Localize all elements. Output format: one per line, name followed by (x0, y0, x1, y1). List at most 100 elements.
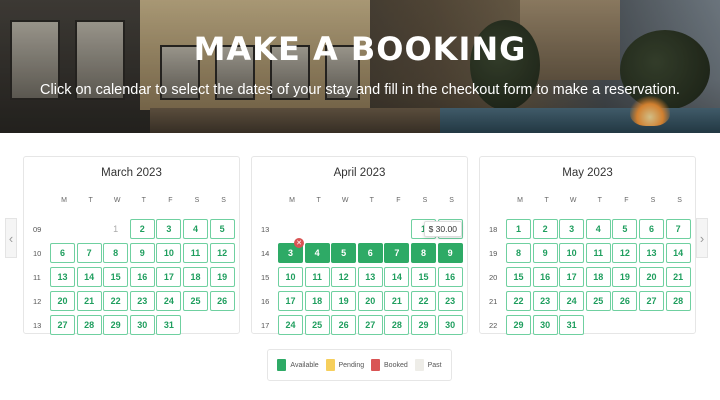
day-cell[interactable]: 17 (559, 267, 585, 287)
day-cell[interactable]: 21 (76, 291, 102, 311)
day-cell[interactable]: 13 (50, 267, 75, 287)
day-cell[interactable]: 28 (665, 291, 691, 311)
day-cell[interactable]: 27 (639, 291, 664, 311)
day-cell[interactable]: 16 (129, 267, 155, 287)
day-cell[interactable]: 23 (437, 291, 463, 311)
day-cell[interactable]: 11 (304, 267, 330, 287)
day-cell[interactable]: 16 (532, 267, 558, 287)
day-cell[interactable]: 2 (129, 219, 155, 239)
day-cell[interactable]: 15 (103, 267, 129, 287)
booked-marker-icon: ✕ (294, 238, 304, 248)
day-cell[interactable]: 28 (76, 315, 102, 335)
day-cell[interactable]: 12 (612, 243, 638, 263)
next-month-button[interactable]: › (696, 218, 708, 258)
day-cell[interactable]: 17 (156, 267, 182, 287)
day-cell[interactable]: 12 (331, 267, 357, 287)
day-cell[interactable]: 31 (559, 315, 585, 335)
day-cell[interactable]: 15 (506, 267, 531, 287)
day-cell[interactable]: 18 (585, 267, 611, 287)
day-cell[interactable]: 6 (50, 243, 75, 263)
day-cell[interactable]: 29 (506, 315, 531, 335)
day-cell[interactable]: 26 (331, 315, 357, 335)
day-cell[interactable]: 26 (612, 291, 638, 311)
day-cell[interactable]: 3 (559, 219, 585, 239)
day-cell[interactable]: 9 (129, 243, 155, 263)
calendar-march: March 2023 MTWTFSS 09 1 2 3 4 5 10 6 7 8 9 10 11 12 11… (23, 156, 240, 335)
day-cell[interactable]: 25 (585, 291, 611, 311)
day-cell[interactable]: 4 (585, 219, 611, 239)
day-cell[interactable]: 28 (384, 315, 410, 335)
day-cell[interactable]: 30 (437, 315, 463, 335)
day-cell[interactable]: 11 (183, 243, 208, 263)
day-cell[interactable]: 16 (437, 267, 463, 287)
day-cell[interactable]: 11 (585, 243, 611, 263)
day-cell[interactable]: 17 (278, 291, 303, 311)
day-cell[interactable]: 13 (357, 267, 383, 287)
day-cell[interactable]: 7 (76, 243, 102, 263)
day-cell[interactable]: 18 (304, 291, 330, 311)
weekday-label: T (316, 197, 321, 204)
day-cell[interactable]: 30 (129, 315, 155, 335)
day-cell[interactable]: 19 (612, 267, 638, 287)
month-title: May 2023 (562, 167, 613, 179)
day-cell[interactable]: 5 (331, 243, 357, 263)
day-cell[interactable]: 7 (384, 243, 410, 263)
day-cell[interactable]: 27 (50, 315, 75, 335)
day-cell[interactable]: 18 (183, 267, 208, 287)
day-cell[interactable]: 19 (331, 291, 357, 311)
day-cell[interactable]: 3 (156, 219, 182, 239)
day-cell[interactable]: 8 (506, 243, 531, 263)
day-cell[interactable]: 24 (156, 291, 182, 311)
day-cell[interactable]: 12 (209, 243, 235, 263)
day-cell[interactable]: 25 (304, 315, 330, 335)
day-cell[interactable]: 25 (183, 291, 208, 311)
day-cell[interactable]: 10 (156, 243, 182, 263)
legend-label: Pending (338, 361, 365, 369)
day-cell[interactable]: 13 (639, 243, 664, 263)
day-cell[interactable]: 22 (506, 291, 531, 311)
day-cell[interactable]: 8 (411, 243, 436, 263)
pending-swatch (325, 359, 335, 371)
day-cell[interactable]: 14 (384, 267, 410, 287)
day-cell[interactable]: 9 (532, 243, 558, 263)
day-cell[interactable]: 30 (532, 315, 558, 335)
day-cell[interactable]: 1 (506, 219, 531, 239)
day-cell[interactable]: 15 (411, 267, 436, 287)
day-cell[interactable]: 6 (357, 243, 383, 263)
day-cell[interactable]: 22 (411, 291, 436, 311)
day-cell[interactable]: 5 (612, 219, 638, 239)
day-cell[interactable]: 14 (76, 267, 102, 287)
day-cell[interactable]: 4 (304, 243, 330, 263)
day-cell[interactable]: 9 (437, 243, 463, 263)
day-cell[interactable]: 21 (384, 291, 410, 311)
day-cell[interactable]: 19 (209, 267, 235, 287)
day-cell[interactable]: 23 (129, 291, 155, 311)
day-cell[interactable]: 4 (183, 219, 208, 239)
day-cell[interactable]: 27 (357, 315, 383, 335)
day-cell[interactable]: 24 (278, 315, 303, 335)
day-cell[interactable]: 22 (103, 291, 129, 311)
day-cell[interactable]: 2 (532, 219, 558, 239)
day-cell[interactable]: 21 (665, 267, 691, 287)
day-cell[interactable]: 29 (411, 315, 436, 335)
weekday-label: S (194, 197, 200, 204)
day-cell[interactable]: 20 (50, 291, 75, 311)
day-cell[interactable]: 23 (532, 291, 558, 311)
prev-month-button[interactable]: ‹ (5, 218, 17, 258)
day-cell[interactable]: 14 (665, 243, 691, 263)
day-cell[interactable]: 20 (639, 267, 664, 287)
day-cell[interactable]: 7 (665, 219, 691, 239)
weekday-label: T (597, 197, 602, 204)
day-cell[interactable]: 20 (357, 291, 383, 311)
day-cell[interactable]: 5 (209, 219, 235, 239)
day-cell[interactable]: 31 (156, 315, 182, 335)
day-cell[interactable]: 6 (639, 219, 664, 239)
day-cell[interactable]: 29 (103, 315, 129, 335)
day-cell[interactable]: 10 (559, 243, 585, 263)
day-cell[interactable]: 26 (209, 291, 235, 311)
day-cell[interactable]: 8 (103, 243, 129, 263)
past-swatch (414, 359, 424, 371)
month-title: March 2023 (101, 167, 162, 179)
day-cell[interactable]: 10 (278, 267, 303, 287)
day-cell[interactable]: 24 (559, 291, 585, 311)
